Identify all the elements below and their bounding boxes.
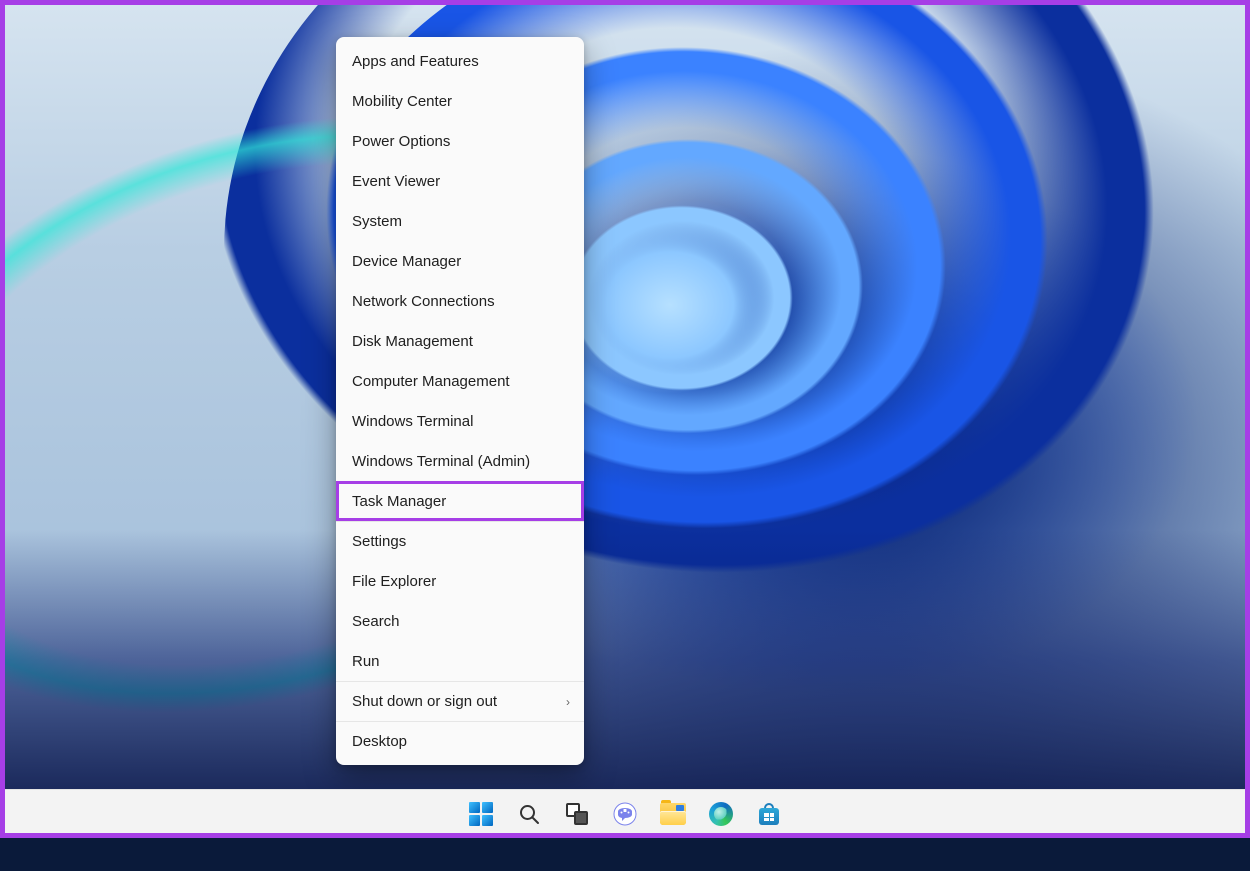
menu-item-task-manager[interactable]: Task Manager bbox=[336, 481, 584, 521]
annotation-frame bbox=[0, 0, 1250, 838]
menu-item-label: Task Manager bbox=[352, 493, 446, 510]
